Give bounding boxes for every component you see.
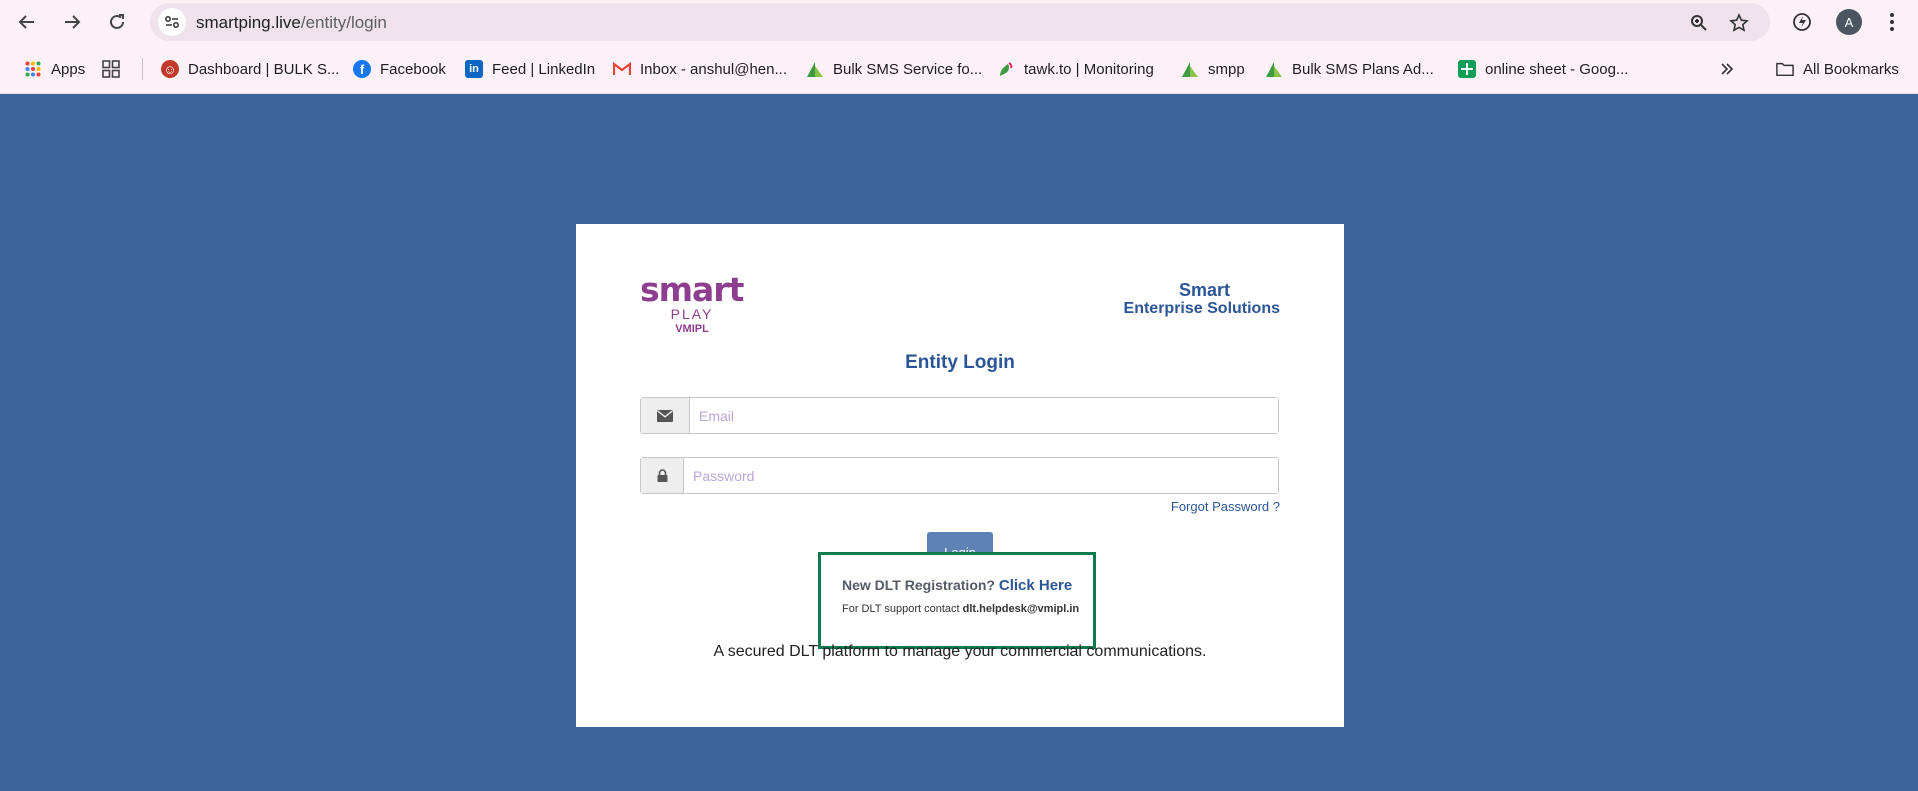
bookmark-label: Facebook <box>380 60 446 78</box>
envelope-icon <box>641 398 690 433</box>
bookmark-star-icon[interactable] <box>1728 12 1750 34</box>
bookmark-dashboard[interactable]: ☺ Dashboard | BULK S... <box>161 57 339 81</box>
profile-avatar[interactable]: A <box>1836 9 1862 35</box>
password-field-group <box>640 457 1279 494</box>
brand-heading: Smart Enterprise Solutions <box>1124 280 1280 318</box>
chevron-double-right-icon <box>1718 60 1736 78</box>
bookmark-linkedin[interactable]: in Feed | LinkedIn <box>465 57 595 81</box>
apps-grid-icon <box>24 60 42 78</box>
url-text: smartping.live/entity/login <box>196 13 387 33</box>
bookmark-label: Bulk SMS Service fo... <box>833 60 983 78</box>
brand-line-2: Enterprise Solutions <box>1123 300 1280 317</box>
bulksms-icon <box>1265 60 1283 78</box>
bookmarks-separator <box>142 58 143 80</box>
address-bar[interactable]: smartping.live/entity/login <box>150 3 1770 41</box>
reload-icon[interactable] <box>104 9 130 35</box>
email-field-group <box>640 397 1279 434</box>
all-bookmarks-label: All Bookmarks <box>1803 60 1899 78</box>
email-input[interactable] <box>690 398 1278 433</box>
sheets-icon <box>1458 60 1476 78</box>
linkedin-icon: in <box>465 60 483 78</box>
bookmark-tab-groups[interactable] <box>102 57 129 81</box>
bookmarks-overflow[interactable] <box>1718 57 1745 81</box>
bookmark-facebook[interactable]: f Facebook <box>353 57 446 81</box>
bookmark-smpp[interactable]: smpp <box>1181 57 1245 81</box>
all-bookmarks[interactable]: All Bookmarks <box>1776 57 1899 81</box>
site-info-icon[interactable] <box>158 8 186 36</box>
support-prefix: For DLT support contact <box>842 603 960 615</box>
logo-smart-text: smart <box>640 270 744 309</box>
facebook-icon: f <box>353 60 371 78</box>
url-host: smartping.live <box>196 13 301 32</box>
browser-toolbar: smartping.live/entity/login A <box>0 0 1918 44</box>
bookmark-label: Dashboard | BULK S... <box>188 60 340 78</box>
bookmark-label: online sheet - Goog... <box>1485 60 1629 78</box>
forward-icon[interactable] <box>59 9 85 35</box>
ghost-icon: ☺ <box>161 60 179 78</box>
back-icon[interactable] <box>14 9 40 35</box>
bulksms-icon <box>806 60 824 78</box>
forgot-password-link[interactable]: Forgot Password ? <box>1171 499 1280 514</box>
bookmark-tawk[interactable]: tawk.to | Monitoring <box>997 57 1154 81</box>
performance-icon[interactable] <box>1790 10 1814 34</box>
brand-line-1: Smart <box>1178 280 1230 300</box>
bookmark-bulk-sms-service[interactable]: Bulk SMS Service fo... <box>806 57 982 81</box>
logo-vmipl-text: VMIPL <box>675 323 709 335</box>
zoom-icon[interactable] <box>1688 12 1710 34</box>
password-input[interactable] <box>684 458 1278 493</box>
bookmark-bulk-sms-plans[interactable]: Bulk SMS Plans Ad... <box>1265 57 1434 81</box>
bookmark-label: Apps <box>51 60 86 78</box>
registration-line: New DLT Registration? Click Here <box>842 577 1072 594</box>
bookmark-inbox[interactable]: Inbox - anshul@hen... <box>613 57 787 81</box>
support-email: dlt.helpdesk@vmipl.in <box>962 603 1080 615</box>
bookmark-label: Bulk SMS Plans Ad... <box>1292 60 1434 78</box>
bookmark-apps[interactable]: Apps <box>24 57 85 81</box>
smartplay-logo: smart PLAY VMIPL <box>640 270 744 336</box>
folder-icon <box>1776 60 1794 78</box>
tagline: A secured DLT platform to manage your co… <box>713 643 1207 660</box>
tawk-icon <box>997 60 1015 78</box>
gmail-icon <box>613 60 631 78</box>
bookmarks-bar: Apps ☺ Dashboard | BULK S... f Facebook … <box>0 44 1918 94</box>
bookmark-label: Feed | LinkedIn <box>492 60 596 78</box>
bookmark-label: tawk.to | Monitoring <box>1024 60 1154 78</box>
url-path: /entity/login <box>300 13 387 32</box>
click-here-link[interactable]: Click Here <box>999 577 1072 594</box>
bookmark-label: smpp <box>1208 60 1245 78</box>
lock-icon <box>641 458 684 493</box>
bookmark-online-sheet[interactable]: online sheet - Goog... <box>1458 57 1628 81</box>
login-card: smart PLAY VMIPL Smart Enterprise Soluti… <box>576 224 1344 727</box>
tab-groups-icon <box>102 60 120 78</box>
bookmark-label: Inbox - anshul@hen... <box>640 60 787 78</box>
registration-highlight-box: New DLT Registration? Click Here For DLT… <box>818 552 1096 649</box>
bulksms-icon <box>1181 60 1199 78</box>
menu-dots-icon[interactable] <box>1880 10 1904 34</box>
registration-question: New DLT Registration? <box>842 577 995 593</box>
support-text: For DLT support contact dlt.helpdesk@vmi… <box>842 603 1079 615</box>
page-title: Entity Login <box>905 352 1015 373</box>
